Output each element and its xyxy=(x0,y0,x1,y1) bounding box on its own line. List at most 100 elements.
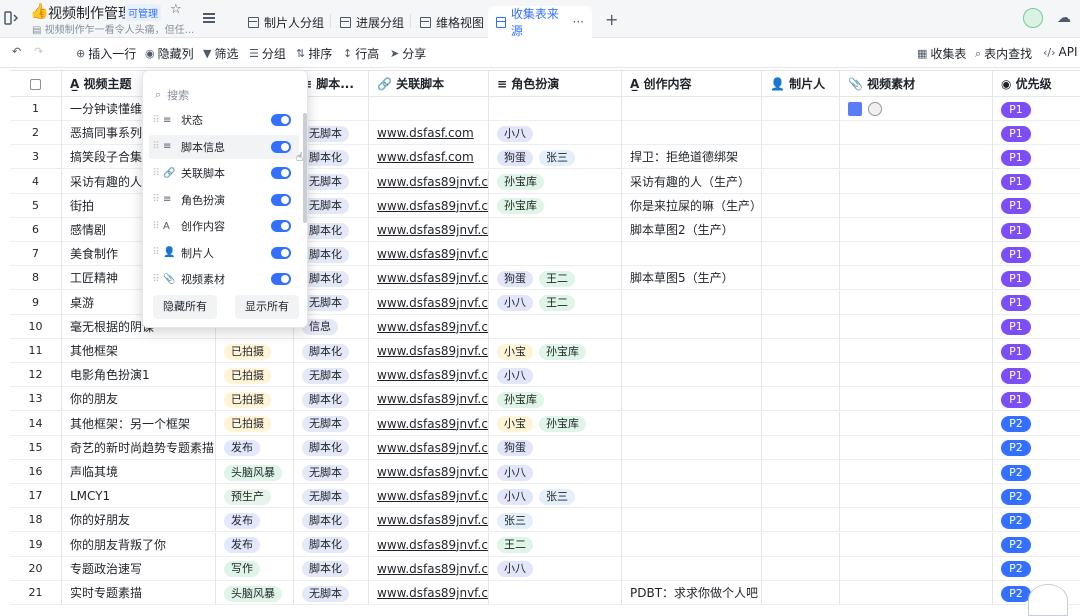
cell-content[interactable] xyxy=(622,556,762,581)
cell-producer[interactable] xyxy=(762,121,840,146)
cell-link[interactable]: www.dsfas89jnvf.com xyxy=(369,193,489,218)
cell-status[interactable]: 预生产 xyxy=(216,484,294,509)
cell-content[interactable] xyxy=(622,290,762,315)
cell-link[interactable]: www.dsfas89jnvf.com xyxy=(369,508,489,533)
cell-material[interactable] xyxy=(840,339,993,363)
cell-pri[interactable]: P2 xyxy=(993,460,1080,484)
cell-content[interactable] xyxy=(622,97,762,121)
cell-script[interactable]: 无脚本 xyxy=(294,484,369,509)
cell-producer[interactable] xyxy=(762,484,840,509)
cell-n[interactable]: 4 xyxy=(10,169,62,194)
script-link[interactable]: www.dsfas89jnvf.com xyxy=(377,247,488,261)
cell-roles[interactable]: 王二 xyxy=(489,532,622,557)
cell-producer[interactable] xyxy=(762,242,840,267)
cell-link[interactable]: www.dsfas89jnvf.com xyxy=(369,581,489,605)
script-link[interactable]: www.dsfas89jnvf.com xyxy=(377,538,488,552)
cell-content[interactable] xyxy=(622,314,762,339)
cell-material[interactable] xyxy=(840,556,993,581)
header-content[interactable]: A̲ 创作内容 xyxy=(622,71,762,97)
cell-status[interactable]: 发布 xyxy=(216,532,294,557)
menu-icon[interactable] xyxy=(203,13,215,23)
cell-link[interactable]: www.dsfas89jnvf.com xyxy=(369,460,489,484)
cell-n[interactable]: 6 xyxy=(10,218,62,242)
script-link[interactable]: www.dsfas89jnvf.com xyxy=(377,199,488,213)
cell-n[interactable]: 10 xyxy=(10,314,62,339)
cell-pri[interactable]: P2 xyxy=(993,533,1080,557)
script-link[interactable]: www.dsfas89jnvf.com xyxy=(377,513,488,527)
cell-n[interactable]: 9 xyxy=(10,290,62,315)
cell-script[interactable]: 脚本化 xyxy=(294,387,369,412)
visibility-toggle[interactable] xyxy=(271,193,291,206)
cell-producer[interactable] xyxy=(762,169,840,194)
cell-pri[interactable]: P1 xyxy=(993,242,1080,266)
drag-handle-icon[interactable]: ⠿ xyxy=(149,221,163,232)
cell-n[interactable]: 13 xyxy=(10,387,62,412)
group-button[interactable]: ☰ 分组 xyxy=(249,45,286,62)
cell-content[interactable]: 脚本草图5（生产） xyxy=(622,266,762,291)
visibility-toggle[interactable] xyxy=(271,246,291,259)
cell-content[interactable]: PDBT：求求你做个人吧 xyxy=(622,581,762,605)
filter-button[interactable]: ▼ 筛选 xyxy=(203,45,238,62)
table-row[interactable]: 12 电影角色扮演1 已拍摄 无脚本 www.dsfas89jnvf.com 小八 P1 xyxy=(10,363,1080,388)
cell-content[interactable] xyxy=(622,508,762,533)
cell-producer[interactable] xyxy=(762,460,840,484)
cell-material[interactable] xyxy=(840,411,993,436)
cell-pri[interactable]: P1 xyxy=(993,387,1080,411)
cell-n[interactable]: 1 xyxy=(10,97,62,121)
cell-content[interactable] xyxy=(622,411,762,436)
cell-content[interactable] xyxy=(622,242,762,267)
cell-material[interactable] xyxy=(840,97,993,121)
cell-title[interactable]: 声临其境 xyxy=(62,460,216,484)
cell-n[interactable]: 3 xyxy=(10,145,62,170)
cell-material[interactable] xyxy=(840,484,993,509)
cell-producer[interactable] xyxy=(762,97,840,121)
script-link[interactable]: www.dsfas89jnvf.com xyxy=(377,489,488,503)
tab-more-icon[interactable]: ··· xyxy=(573,15,584,29)
cell-pri[interactable]: P1 xyxy=(993,266,1080,290)
cell-n[interactable]: 20 xyxy=(10,556,62,581)
cell-title[interactable]: 其他框架 xyxy=(62,339,216,363)
avatar[interactable] xyxy=(1023,8,1043,28)
script-link[interactable]: www.dsfas89jnvf.com xyxy=(377,344,488,358)
cell-material[interactable] xyxy=(840,581,993,605)
cell-producer[interactable] xyxy=(762,387,840,412)
tab-progress-group[interactable]: 进展分组 xyxy=(332,6,412,38)
script-link[interactable]: www.dsfas89jnvf.com xyxy=(377,296,488,310)
table-row[interactable]: 11其他框架已拍摄脚本化www.dsfas89jnvf.com小宝孙宝库P1 xyxy=(10,339,1080,363)
cell-link[interactable]: www.dsfas89jnvf.com xyxy=(369,290,489,315)
cell-link[interactable]: www.dsfas89jnvf.com xyxy=(369,387,489,412)
cell-n[interactable]: 2 xyxy=(10,121,62,146)
cell-n[interactable]: 12 xyxy=(10,363,62,388)
undo-icon[interactable]: ↶ xyxy=(12,45,21,58)
star-icon[interactable]: ☆ xyxy=(170,2,182,17)
show-all-button[interactable]: 显示所有 xyxy=(235,295,299,319)
table-row[interactable]: 17LMCY1预生产无脚本www.dsfas89jnvf.com小八张三P2 xyxy=(10,484,1080,509)
add-view-icon[interactable]: + xyxy=(605,10,618,29)
cell-roles[interactable] xyxy=(489,242,622,267)
cell-script[interactable]: 无脚本 xyxy=(294,460,369,484)
field-visibility-item[interactable]: ⠿ ≡ 角色扮演 xyxy=(149,188,299,212)
cell-producer[interactable] xyxy=(762,581,840,605)
cell-roles[interactable]: 小八 xyxy=(489,460,622,484)
cell-n[interactable]: 18 xyxy=(10,508,62,533)
cell-material[interactable] xyxy=(840,169,993,194)
cell-producer[interactable] xyxy=(762,435,840,460)
visibility-toggle[interactable] xyxy=(271,273,291,285)
script-link[interactable]: www.dsfas89jnvf.com xyxy=(377,417,488,431)
drag-handle-icon[interactable]: ⠿ xyxy=(149,274,163,285)
table-row[interactable]: 13 你的朋友 已拍摄 脚本化 www.dsfas89jnvf.com 孙宝库 P1 xyxy=(10,387,1080,412)
visibility-toggle[interactable] xyxy=(271,140,291,153)
cell-pri[interactable]: P2 xyxy=(993,484,1080,508)
cell-material[interactable] xyxy=(840,266,993,291)
script-link[interactable]: www.dsfas89jnvf.com xyxy=(377,562,488,576)
cell-n[interactable]: 15 xyxy=(10,435,62,460)
script-link[interactable]: www.dsfas89jnvf.com xyxy=(377,320,488,334)
cell-producer[interactable] xyxy=(762,411,840,436)
script-link[interactable]: www.dsfas89jnvf.com xyxy=(377,223,488,237)
cell-content[interactable] xyxy=(622,435,762,460)
cell-script[interactable]: 脚本化 xyxy=(294,508,369,533)
cell-pri[interactable]: P1 xyxy=(993,315,1080,339)
cell-producer[interactable] xyxy=(762,508,840,533)
header-producer[interactable]: 👤 制片人 xyxy=(762,71,840,97)
cell-status[interactable]: 已拍摄 xyxy=(216,363,294,388)
